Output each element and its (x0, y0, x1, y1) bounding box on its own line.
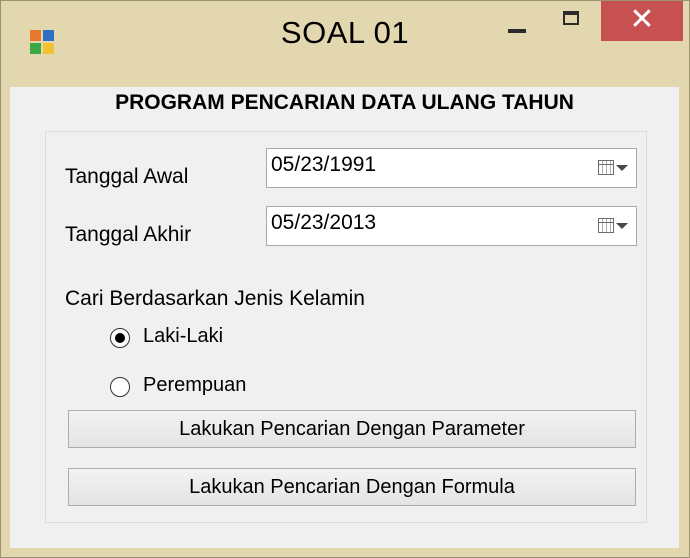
start-date-picker[interactable]: 05/23/1991 (266, 148, 637, 188)
close-button[interactable]: ✕ (601, 1, 683, 41)
minimize-icon (508, 29, 526, 33)
end-date-label: Tanggal Akhir (65, 223, 192, 246)
search-parameter-button[interactable]: Lakukan Pencarian Dengan Parameter (68, 410, 636, 448)
radio-male[interactable] (110, 328, 130, 348)
chevron-down-icon[interactable] (616, 223, 628, 229)
start-date-value: 05/23/1991 (271, 153, 377, 176)
radio-female[interactable] (110, 377, 130, 397)
maximize-button[interactable] (545, 1, 601, 41)
chevron-down-icon[interactable] (616, 165, 628, 171)
app-window: SOAL 01 ✕ PROGRAM PENCARIAN DATA ULANG T… (0, 0, 690, 558)
form-heading: PROGRAM PENCARIAN DATA ULANG TAHUN (115, 91, 574, 114)
end-date-value: 05/23/2013 (271, 211, 377, 234)
maximize-icon (563, 11, 579, 25)
form-client-area: PROGRAM PENCARIAN DATA ULANG TAHUN Tangg… (10, 87, 679, 548)
calendar-icon (598, 218, 614, 233)
end-date-picker[interactable]: 05/23/2013 (266, 206, 637, 246)
start-date-label: Tanggal Awal (65, 165, 189, 188)
minimize-button[interactable] (489, 1, 545, 41)
gender-filter-label: Cari Berdasarkan Jenis Kelamin (65, 287, 365, 310)
close-icon: ✕ (629, 3, 655, 36)
radio-male-label[interactable]: Laki-Laki (143, 325, 223, 348)
calendar-icon (598, 160, 614, 175)
radio-female-label[interactable]: Perempuan (143, 374, 246, 397)
search-formula-button[interactable]: Lakukan Pencarian Dengan Formula (68, 468, 636, 506)
search-groupbox: Tanggal Awal 05/23/1991 Tanggal Akhir 05… (45, 131, 647, 523)
title-bar[interactable]: SOAL 01 ✕ (1, 1, 689, 87)
radio-selected-dot (115, 333, 125, 343)
